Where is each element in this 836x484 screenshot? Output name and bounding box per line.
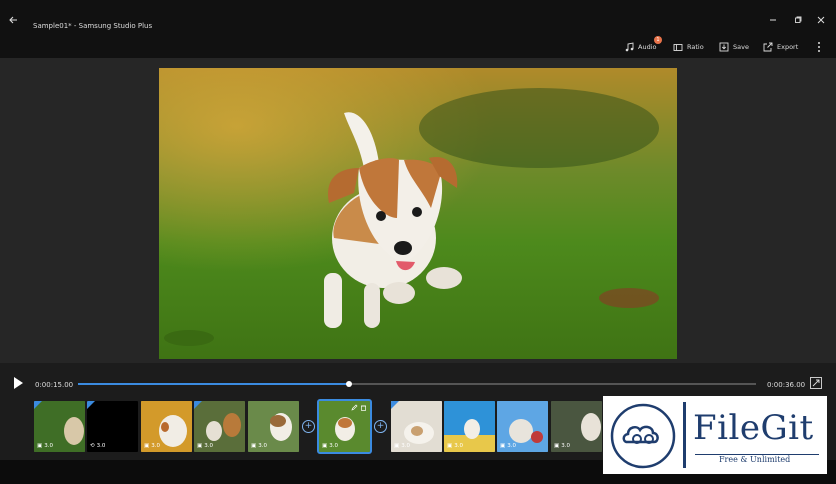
clip-duration: ▣ 3.0 <box>197 443 213 449</box>
play-icon[interactable] <box>12 376 24 390</box>
add-clip-button[interactable]: + <box>302 420 315 433</box>
title-bar: Sample01* - Samsung Studio Plus <box>0 0 836 36</box>
watermark-tagline: Free & Unlimited <box>719 455 791 464</box>
clip-duration: ▣ 3.0 <box>554 443 570 449</box>
timeline-clip-selected[interactable]: ▣ 3.0 <box>317 399 372 454</box>
clip-duration: ▣ 3.0 <box>394 443 410 449</box>
toolbar: Audio Ratio Save Export <box>0 36 836 59</box>
timeline-clip[interactable]: ▣ 3.0 <box>391 401 442 452</box>
watermark: FileGit Free & Unlimited <box>603 396 827 474</box>
ratio-button[interactable]: Ratio <box>673 41 704 53</box>
clip-duration: ▣ 3.0 <box>500 443 516 449</box>
timeline-clip[interactable]: ▣ 3.0 <box>551 401 602 452</box>
clip-duration: ▣ 3.0 <box>37 443 53 449</box>
save-icon <box>719 42 729 52</box>
fullscreen-icon[interactable] <box>810 377 822 389</box>
timeline-clip[interactable]: ▣ 3.0 <box>141 401 192 452</box>
audio-label: Audio <box>638 43 657 51</box>
restore-icon[interactable] <box>793 15 803 25</box>
music-note-icon <box>625 42 634 52</box>
watermark-divider <box>683 402 686 468</box>
audio-button[interactable]: Audio <box>625 41 656 53</box>
clip-duration: ▣ 3.0 <box>144 443 160 449</box>
clip-marker <box>391 401 399 409</box>
video-preview[interactable] <box>159 68 677 359</box>
timeline-clip[interactable]: ▣ 3.0 <box>194 401 245 452</box>
more-options-icon[interactable] <box>815 41 823 53</box>
export-button[interactable]: Export <box>763 41 798 53</box>
edit-icon[interactable] <box>351 404 358 411</box>
timeline-clip[interactable]: ▣ 3.0 <box>248 401 299 452</box>
back-arrow-icon[interactable] <box>8 15 18 25</box>
current-time: 0:00:15.00 <box>35 381 74 389</box>
clip-marker <box>194 401 202 409</box>
ratio-icon <box>673 43 683 51</box>
seek-progress <box>78 383 350 385</box>
ratio-label: Ratio <box>687 43 704 51</box>
timeline-clip[interactable]: ▣ 3.0 <box>497 401 548 452</box>
close-icon[interactable] <box>816 15 826 25</box>
total-time: 0:00:36.00 <box>767 381 806 389</box>
export-label: Export <box>777 43 799 51</box>
clip-marker <box>87 401 95 409</box>
delete-icon[interactable] <box>360 404 367 411</box>
window-title: Sample01* - Samsung Studio Plus <box>33 22 153 30</box>
save-label: Save <box>733 43 749 51</box>
export-icon <box>763 42 773 52</box>
seek-bar[interactable] <box>78 381 756 387</box>
timeline-clip[interactable]: ▣ 3.0 <box>444 401 495 452</box>
clip-duration: ▣ 3.0 <box>447 443 463 449</box>
minimize-icon[interactable] <box>768 15 778 25</box>
clip-duration: ▣ 3.0 <box>251 443 267 449</box>
add-clip-button[interactable]: + <box>374 420 387 433</box>
dog-preview-image <box>159 68 677 359</box>
timeline-clip[interactable]: ⟲ 3.0 <box>87 401 138 452</box>
save-button[interactable]: Save <box>719 41 749 53</box>
filegit-logo-icon <box>610 403 676 469</box>
audio-count-badge: 1 <box>654 36 662 44</box>
clip-duration: ▣ 3.0 <box>322 443 338 449</box>
seek-handle[interactable] <box>346 381 353 387</box>
clip-duration: ⟲ 3.0 <box>90 443 106 449</box>
clip-marker <box>34 401 42 409</box>
timeline-clip[interactable]: ▣ 3.0 <box>34 401 85 452</box>
watermark-brand: FileGit <box>693 408 814 448</box>
